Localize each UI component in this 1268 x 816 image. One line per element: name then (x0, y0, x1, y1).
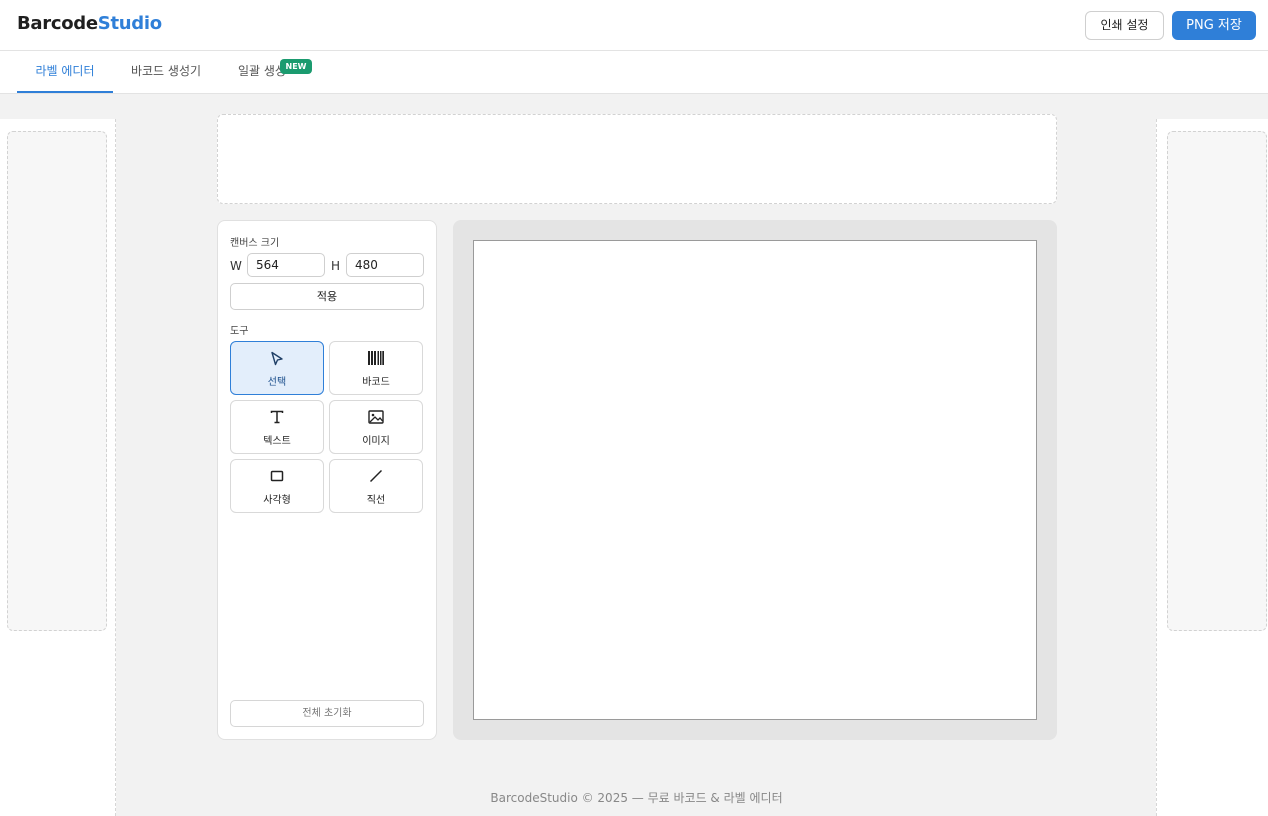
tool-rectangle-button[interactable]: 사각형 (230, 459, 324, 513)
top-ad-slot (217, 114, 1057, 204)
rectangle-icon (231, 469, 323, 485)
line-icon (330, 469, 422, 485)
new-badge: NEW (280, 59, 312, 74)
reset-all-button[interactable]: 전체 초기화 (230, 700, 424, 727)
logo[interactable]: BarcodeStudio (17, 13, 162, 34)
right-ad-slot (1167, 131, 1267, 631)
tool-select-label: 선택 (267, 377, 287, 388)
width-label: W (230, 259, 242, 273)
print-settings-button[interactable]: 인쇄 설정 (1085, 11, 1164, 40)
left-ad-slot (7, 131, 107, 631)
tab-bar: 라벨 에디터 바코드 생성기 일괄 생성 NEW (0, 51, 1268, 94)
label-canvas[interactable] (473, 240, 1037, 720)
tab-barcode-generator[interactable]: 바코드 생성기 (120, 51, 212, 93)
cursor-icon (231, 351, 323, 367)
tool-text-label: 텍스트 (263, 436, 291, 447)
save-png-button[interactable]: PNG 저장 (1172, 11, 1256, 40)
right-ad-column (1156, 119, 1268, 816)
height-input[interactable] (346, 253, 424, 277)
barcode-icon (330, 351, 422, 367)
tab-label-editor[interactable]: 라벨 에디터 (17, 51, 113, 93)
image-icon (330, 410, 422, 426)
tool-barcode-label: 바코드 (362, 377, 390, 388)
text-icon (231, 410, 323, 426)
left-ad-column (0, 119, 116, 816)
width-input[interactable] (247, 253, 325, 277)
top-bar: BarcodeStudio 인쇄 설정 PNG 저장 (0, 0, 1268, 51)
tool-panel: 캔버스 크기 W H 적용 도구 선택 바코드 텍스트 이미지 사각형 (217, 220, 437, 740)
tool-line-button[interactable]: 직선 (329, 459, 423, 513)
tool-image-label: 이미지 (362, 436, 390, 447)
tool-image-button[interactable]: 이미지 (329, 400, 423, 454)
apply-button[interactable]: 적용 (230, 283, 424, 310)
canvas-stage (453, 220, 1057, 740)
tools-title: 도구 (230, 326, 249, 337)
tool-line-label: 직선 (366, 495, 386, 506)
canvas-size-title: 캔버스 크기 (230, 238, 280, 249)
tool-barcode-button[interactable]: 바코드 (329, 341, 423, 395)
tool-text-button[interactable]: 텍스트 (230, 400, 324, 454)
logo-text-studio: Studio (97, 13, 162, 34)
logo-text-barcode: Barcode (17, 13, 98, 34)
footer-text: BarcodeStudio © 2025 — 무료 바코드 & 라벨 에디터 (490, 791, 783, 805)
tool-select-button[interactable]: 선택 (230, 341, 324, 395)
height-label: H (331, 259, 341, 273)
tool-rectangle-label: 사각형 (263, 495, 291, 506)
